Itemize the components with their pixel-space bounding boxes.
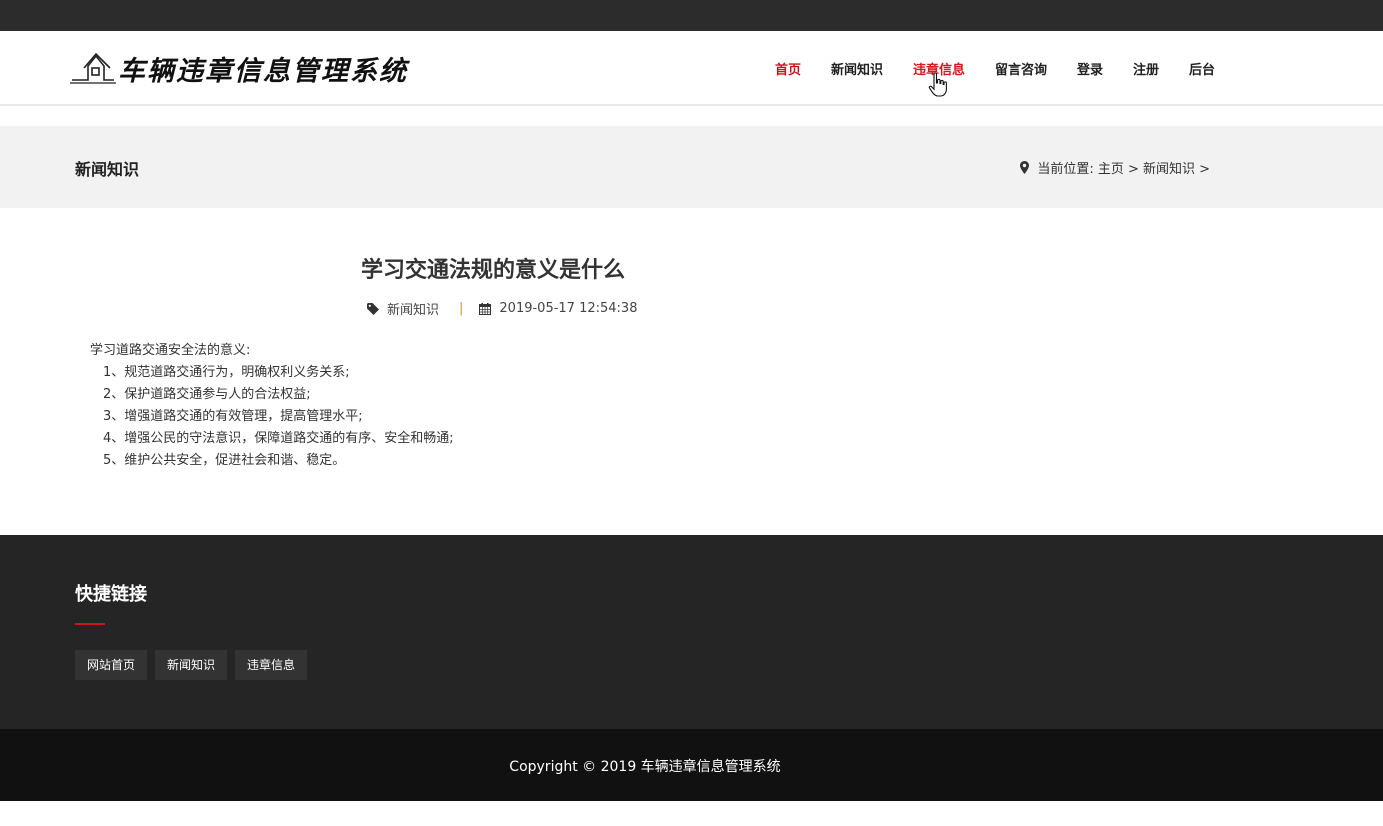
page-bottom-spacer — [0, 801, 1383, 826]
map-pin-icon — [1020, 161, 1030, 174]
nav-item-admin[interactable]: 后台 — [1189, 59, 1215, 78]
nav-item-home[interactable]: 首页 — [775, 59, 801, 78]
page-title: 新闻知识 — [75, 160, 140, 179]
list-item: 3、增强道路交通的有效管理，提高管理水平; — [103, 409, 363, 424]
page-title-band: 新闻知识 当前位置: 主页 > 新闻知识 > — [0, 126, 1383, 208]
list-item: 2、保护道路交通参与人的合法权益; — [103, 387, 311, 402]
nav-item-consult[interactable]: 留言咨询 — [995, 59, 1047, 78]
breadcrumb-prefix: 当前位置: — [1037, 162, 1094, 177]
calendar-icon — [479, 302, 492, 315]
breadcrumb-path[interactable]: 主页 > 新闻知识 > — [1098, 158, 1210, 177]
site-footer: 快捷链接 网站首页 新闻知识 违章信息 — [0, 535, 1383, 729]
nav-item-news[interactable]: 新闻知识 — [831, 59, 883, 78]
list-item: 1、规范道路交通行为，明确权利义务关系; — [103, 365, 350, 380]
article-meta: 新闻知识 | 2019-05-17 12:54:38 — [367, 299, 637, 318]
tag-icon — [367, 302, 379, 315]
list-item: 5、维护公共安全，促进社会和谐、稳定。 — [103, 453, 346, 468]
nav-item-register[interactable]: 注册 — [1133, 59, 1159, 78]
article-title: 学习交通法规的意义是什么 — [361, 258, 626, 283]
article-category[interactable]: 新闻知识 — [387, 299, 439, 318]
copyright-text: Copyright © 2019 车辆违章信息管理系统 — [509, 759, 781, 775]
quick-link-news[interactable]: 新闻知识 — [155, 650, 228, 680]
quick-link-violations[interactable]: 违章信息 — [235, 650, 308, 680]
copyright-bar: Copyright © 2019 车辆违章信息管理系统 — [0, 729, 1383, 801]
article-body: 学习道路交通安全法的意义: 1、规范道路交通行为，明确权利义务关系; 2、保护道… — [90, 340, 454, 472]
footer-title: 快捷链接 — [75, 584, 147, 605]
nav-item-login[interactable]: 登录 — [1077, 59, 1103, 78]
meta-separator: | — [459, 301, 464, 316]
top-strip — [0, 0, 1383, 31]
breadcrumb: 当前位置: 主页 > 新闻知识 > — [1020, 158, 1214, 177]
article-intro: 学习道路交通安全法的意义: — [90, 343, 251, 358]
footer-divider — [75, 623, 105, 625]
main-nav: 首页 新闻知识 违章信息 留言咨询 登录 注册 后台 — [0, 31, 1383, 106]
site-header: 车辆违章信息管理系统 首页 新闻知识 违章信息 留言咨询 登录 注册 后台 — [0, 31, 1383, 106]
quick-links: 网站首页 新闻知识 违章信息 — [75, 650, 315, 680]
hand-cursor-icon — [928, 72, 947, 97]
quick-link-home[interactable]: 网站首页 — [75, 650, 148, 680]
article-datetime: 2019-05-17 12:54:38 — [499, 301, 638, 316]
list-item: 4、增强公民的守法意识，保障道路交通的有序、安全和畅通; — [103, 431, 454, 446]
